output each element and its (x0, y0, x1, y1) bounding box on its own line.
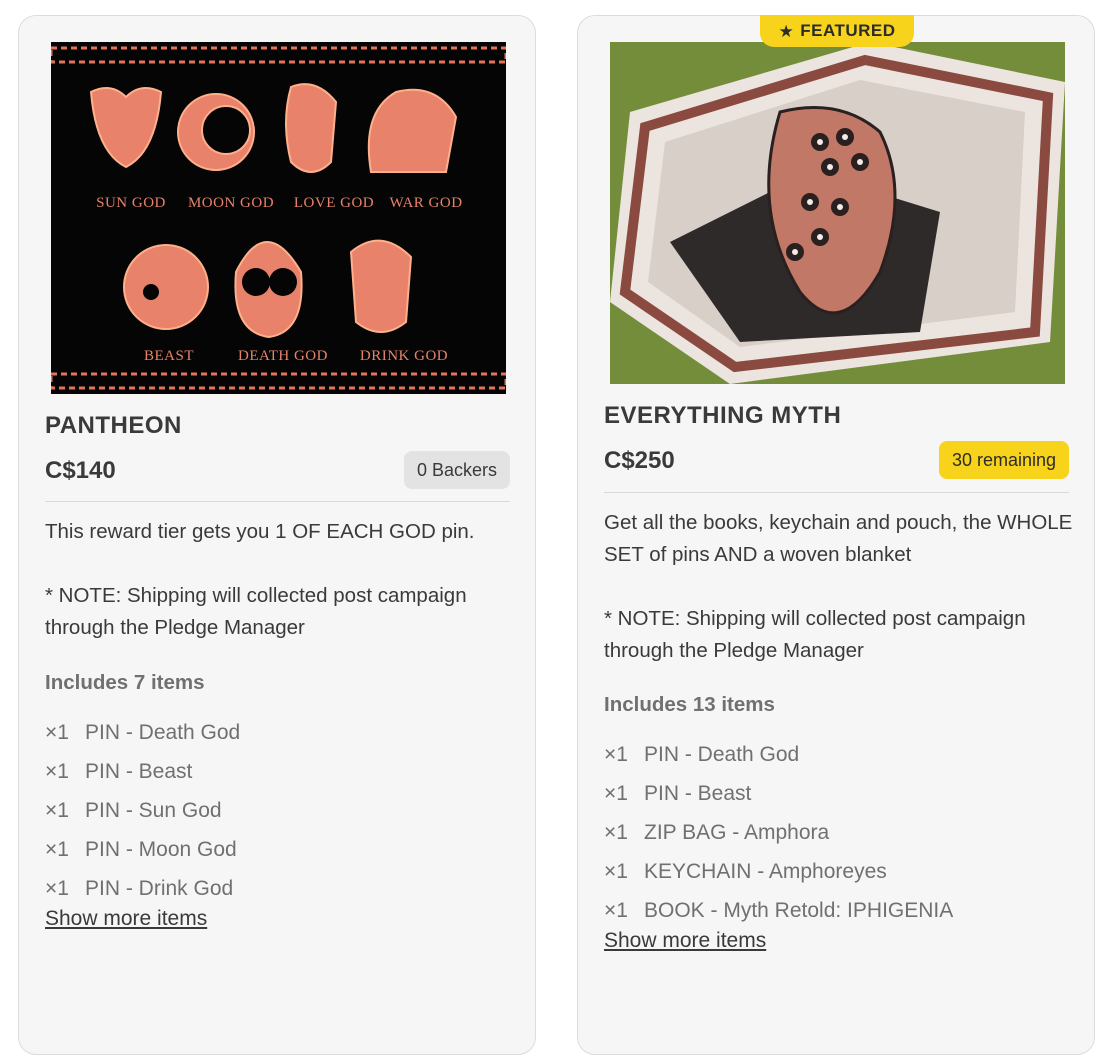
reward-price: C$250 (604, 447, 675, 474)
item-quantity: ×1 (604, 781, 628, 805)
item-name: PIN - Moon God (85, 837, 237, 861)
item-quantity: ×1 (604, 820, 628, 844)
reward-title: PANTHEON (45, 412, 182, 439)
backers-badge: 0 Backers (403, 451, 510, 489)
reward-image-pins: SUN GOD MOON GOD LOVE GOD WAR GOD BEAST … (51, 42, 506, 394)
item-quantity: ×1 (604, 898, 628, 922)
list-item: ×1 PIN - Drink God (45, 869, 240, 908)
item-quantity: ×1 (604, 742, 628, 766)
pin-label-sun-god: SUN GOD (96, 195, 166, 211)
item-quantity: ×1 (45, 876, 69, 900)
item-quantity: ×1 (45, 720, 69, 744)
item-name: PIN - Death God (644, 742, 800, 766)
reward-description: Get all the books, keychain and pouch, t… (604, 511, 1073, 662)
pin-label-war-god: WAR GOD (389, 195, 462, 211)
list-item: ×1 ZIP BAG - Amphora (604, 813, 953, 852)
included-items-list: ×1 PIN - Death God ×1 PIN - Beast ×1 ZIP BA… (604, 735, 953, 930)
item-name: ZIP BAG - Amphora (644, 820, 830, 844)
reward-card-pantheon[interactable]: SUN GOD MOON GOD LOVE GOD WAR GOD BEAST … (18, 15, 536, 1055)
pin-label-beast: BEAST (144, 348, 194, 364)
featured-badge: ★ FEATURED (760, 15, 914, 47)
included-items-list: ×1 PIN - Death God ×1 PIN - Beast ×1 PIN - … (45, 713, 240, 908)
list-item: ×1 BOOK - Myth Retold: IPHIGENIA (604, 891, 953, 930)
featured-label: FEATURED (800, 21, 896, 40)
item-name: KEYCHAIN - Amphoreyes (644, 859, 887, 883)
item-quantity: ×1 (45, 759, 69, 783)
list-item: ×1 PIN - Beast (604, 774, 953, 813)
pin-label-drink-god: DRINK GOD (360, 348, 448, 364)
item-name: PIN - Death God (85, 720, 241, 744)
pin-label-love-god: LOVE GOD (294, 195, 374, 211)
list-item: ×1 PIN - Death God (45, 713, 240, 752)
list-item: ×1 KEYCHAIN - Amphoreyes (604, 852, 953, 891)
list-item: ×1 PIN - Moon God (45, 830, 240, 869)
list-item: ×1 PIN - Sun God (45, 791, 240, 830)
item-quantity: ×1 (604, 859, 628, 883)
item-name: BOOK - Myth Retold: IPHIGENIA (644, 898, 954, 922)
item-name: PIN - Beast (644, 781, 752, 805)
includes-heading: Includes 7 items (45, 671, 205, 694)
reward-image-blanket (610, 42, 1065, 384)
list-item: ×1 PIN - Beast (45, 752, 240, 791)
divider (604, 492, 1069, 493)
item-quantity: ×1 (45, 837, 69, 861)
star-icon: ★ (778, 21, 795, 41)
pin-label-moon-god: MOON GOD (188, 195, 274, 211)
reward-title: EVERYTHING MYTH (604, 402, 842, 429)
show-more-items-link[interactable]: Show more items (45, 907, 207, 931)
reward-price: C$140 (45, 457, 116, 484)
reward-card-everything-myth[interactable]: ★ FEATURED EVERYTHING MYTH C$250 30 rema… (577, 15, 1095, 1055)
item-quantity: ×1 (45, 798, 69, 822)
pin-label-death-god: DEATH GOD (238, 348, 328, 364)
remaining-badge: 30 remaining (938, 441, 1069, 479)
reward-description: This reward tier gets you 1 OF EACH GOD … (45, 520, 475, 639)
item-name: PIN - Sun God (85, 798, 222, 822)
includes-heading: Includes 13 items (604, 693, 775, 716)
item-name: PIN - Beast (85, 759, 193, 783)
item-name: PIN - Drink God (85, 876, 234, 900)
show-more-items-link[interactable]: Show more items (604, 929, 766, 953)
list-item: ×1 PIN - Death God (604, 735, 953, 774)
divider (45, 501, 510, 502)
